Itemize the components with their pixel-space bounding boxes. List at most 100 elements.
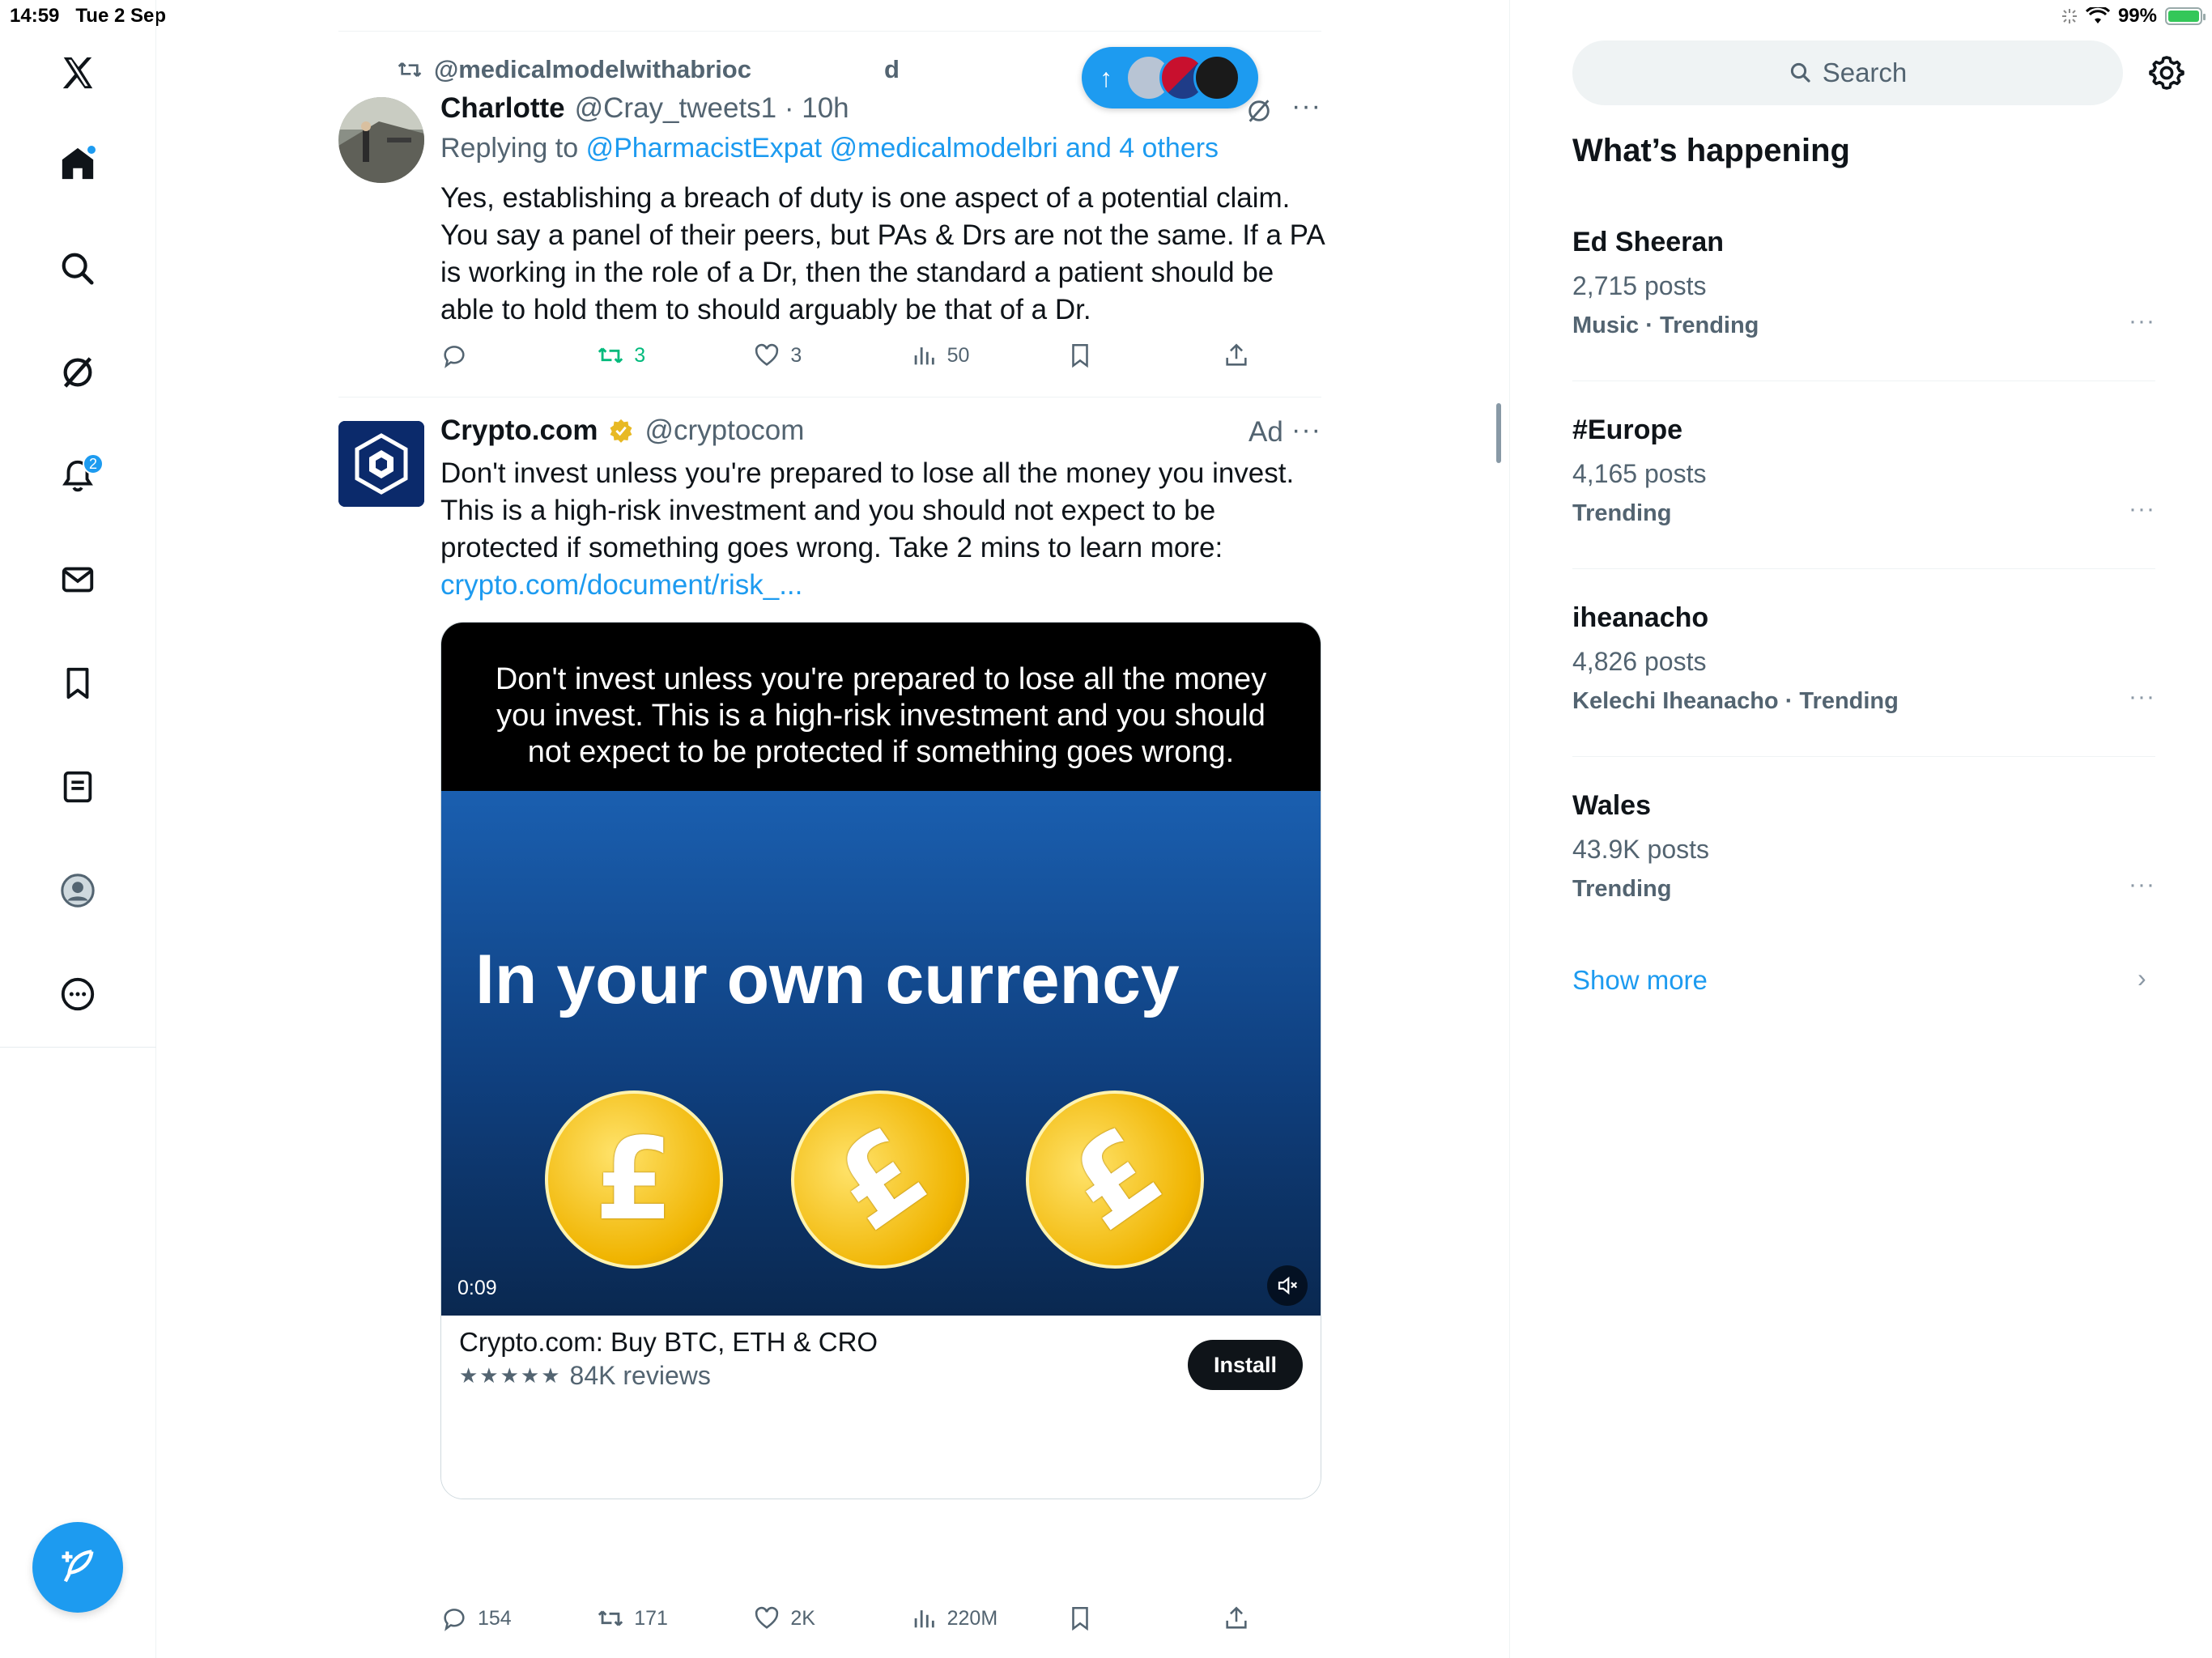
trend-item[interactable]: Ed Sheeran 2,715 posts Music · Trending … xyxy=(1572,227,2155,339)
bookmark-button[interactable] xyxy=(1066,342,1223,369)
retweet-icon xyxy=(598,1610,623,1626)
trend-name: Wales xyxy=(1572,790,1652,821)
home-icon[interactable] xyxy=(53,139,102,188)
reply-count: 154 xyxy=(478,1606,512,1630)
notifications-icon[interactable]: 2 xyxy=(53,452,104,500)
trend-item[interactable]: #Europe 4,165 posts Trending ··· xyxy=(1572,414,2155,527)
retweet-icon xyxy=(598,347,623,363)
tweet-actions: 3 3 50 xyxy=(440,342,1250,369)
tweet-text: Don't invest unless you're prepared to l… xyxy=(440,455,1331,604)
trend-count: 43.9K posts xyxy=(1572,835,1709,864)
battery-percent: 99% xyxy=(2117,5,2157,27)
x-logo-icon[interactable] xyxy=(53,49,102,97)
tweet-more-button[interactable]: ··· xyxy=(1291,91,1321,122)
avatar[interactable] xyxy=(338,97,424,183)
video-frame: In your own currency £ £ £ xyxy=(441,791,1321,1316)
author-handle[interactable]: @cryptocom xyxy=(644,414,804,447)
ad-video[interactable]: Don't invest unless you're prepared to l… xyxy=(440,622,1321,1499)
profile-icon[interactable] xyxy=(53,866,102,915)
trend-separator xyxy=(1572,380,2155,381)
views-button[interactable]: 50 xyxy=(910,342,1066,369)
pound-coin-icon: £ xyxy=(545,1090,723,1269)
trend-category: Trending xyxy=(1572,500,1672,526)
tweet-actions: 154 171 2K 220M xyxy=(440,1605,1250,1632)
author-name[interactable]: Crypto.com xyxy=(440,414,598,447)
retweet-count: 171 xyxy=(634,1606,668,1630)
new-posts-pill[interactable]: ↑ xyxy=(1082,47,1258,108)
trend-item[interactable]: iheanacho 4,826 posts Kelechi Iheanacho … xyxy=(1572,602,2155,715)
trend-item[interactable]: Wales 43.9K posts Trending ··· xyxy=(1572,790,2155,903)
reply-icon xyxy=(444,346,465,368)
tweet-header: Crypto.com @cryptocom xyxy=(440,414,804,447)
share-button[interactable] xyxy=(1223,342,1250,369)
app-reviews: 84K reviews xyxy=(569,1361,711,1390)
bookmark-icon xyxy=(1072,1606,1088,1631)
share-button[interactable] xyxy=(1223,1605,1250,1632)
trend-more-button[interactable]: ··· xyxy=(2129,495,2155,523)
trend-separator xyxy=(1572,568,2155,569)
views-icon xyxy=(914,1610,934,1628)
video-duration: 0:09 xyxy=(457,1277,497,1299)
arrow-up-icon: ↑ xyxy=(1100,62,1112,92)
bookmark-button[interactable] xyxy=(1066,1605,1223,1632)
bookmarks-icon[interactable] xyxy=(53,659,102,708)
trend-more-button[interactable]: ··· xyxy=(2129,871,2155,899)
home-new-dot xyxy=(86,144,97,155)
more-icon[interactable] xyxy=(53,970,102,1018)
grok-icon[interactable] xyxy=(53,348,102,397)
app-rating: ★★★★★ 84K reviews xyxy=(459,1361,711,1391)
reply-button[interactable]: 154 xyxy=(440,1605,597,1632)
search-input[interactable]: Search xyxy=(1572,40,2123,105)
reply-button[interactable] xyxy=(440,342,597,369)
grok-analyze-icon[interactable] xyxy=(1245,97,1273,129)
search-icon xyxy=(1790,62,1810,83)
show-more-link[interactable]: Show more xyxy=(1572,965,1708,996)
trends-title: What’s happening xyxy=(1572,133,1850,168)
app-install-card[interactable]: Crypto.com: Buy BTC, ETH & CRO ★★★★★ 84K… xyxy=(441,1316,1321,1499)
like-count: 3 xyxy=(790,343,802,367)
share-icon xyxy=(1226,1606,1247,1629)
trend-more-button[interactable]: ··· xyxy=(2129,683,2155,711)
replying-to-users[interactable]: @PharmacistExpat @medicalmodelbri and 4 … xyxy=(586,133,1219,164)
trend-separator xyxy=(1572,756,2155,757)
search-icon[interactable] xyxy=(53,244,102,293)
ad-link[interactable]: crypto.com/document/risk_... xyxy=(440,567,1331,604)
retweeted-by[interactable]: @medicalmodelwithabrioc xyxy=(434,55,751,84)
timeline: @medicalmodelwithabrioc d Charlotte @Cra… xyxy=(338,0,1324,1658)
retweet-button[interactable]: 171 xyxy=(597,1605,753,1632)
views-count: 220M xyxy=(946,1606,998,1630)
replying-label: Replying to xyxy=(440,133,579,164)
star-rating-icon: ★★★★★ xyxy=(459,1363,562,1388)
scrollbar-handle[interactable] xyxy=(1496,403,1501,463)
retweet-context: @medicalmodelwithabrioc d xyxy=(397,55,900,84)
like-button[interactable]: 2K xyxy=(753,1605,909,1632)
trend-count: 4,165 posts xyxy=(1572,459,1707,488)
retweet-button[interactable]: 3 xyxy=(597,342,753,369)
trend-more-button[interactable]: ··· xyxy=(2129,308,2155,335)
notifications-badge: 2 xyxy=(83,453,104,474)
author-name[interactable]: Charlotte xyxy=(440,92,565,125)
verified-gold-icon xyxy=(610,419,632,443)
crypto-logo-avatar[interactable] xyxy=(338,421,424,507)
nav-divider xyxy=(0,1047,156,1048)
trend-category: Trending xyxy=(1572,876,1672,902)
views-button[interactable]: 220M xyxy=(910,1605,1066,1632)
mute-button[interactable] xyxy=(1267,1265,1308,1306)
tweet-header: Charlotte @Cray_tweets1 · 10h xyxy=(440,92,849,125)
settings-gear-icon[interactable] xyxy=(2147,53,2186,92)
views-count: 50 xyxy=(946,343,970,367)
compose-feather-icon xyxy=(62,1550,94,1583)
like-button[interactable]: 3 xyxy=(753,342,909,369)
chevron-right-icon: › xyxy=(2138,963,2146,993)
tweet-more-button[interactable]: ··· xyxy=(1291,414,1321,446)
heart-icon xyxy=(755,343,779,366)
messages-icon[interactable] xyxy=(53,555,102,604)
install-button[interactable]: Install xyxy=(1188,1340,1303,1390)
trend-category: Music · Trending xyxy=(1572,312,1759,338)
pill-avatar xyxy=(1193,54,1240,101)
retweeted-by-suffix: d xyxy=(883,55,900,83)
compose-button[interactable] xyxy=(32,1522,123,1613)
lists-icon[interactable] xyxy=(53,763,102,811)
author-handle[interactable]: @Cray_tweets1 · 10h xyxy=(575,92,849,125)
pound-coin-icon: £ xyxy=(755,1055,1005,1304)
